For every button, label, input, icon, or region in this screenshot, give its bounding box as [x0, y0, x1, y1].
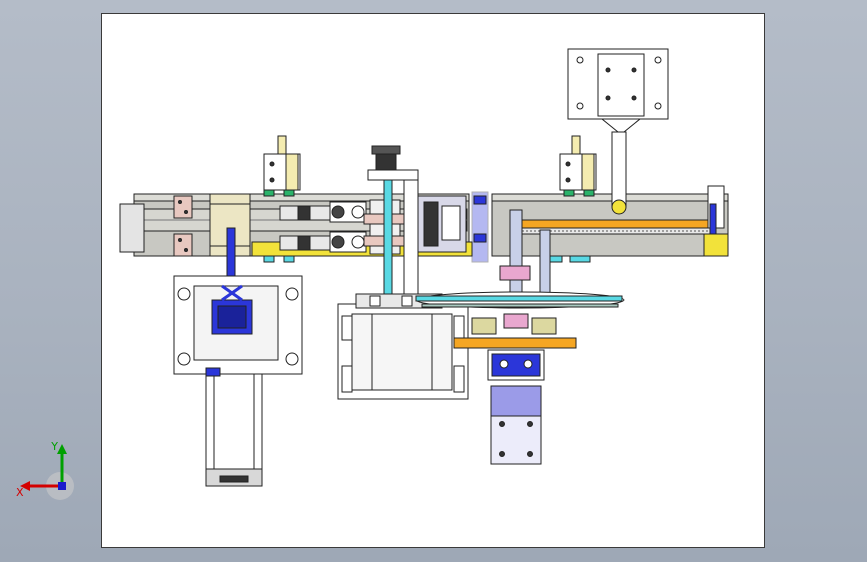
right-guide-block[interactable]	[559, 135, 597, 191]
bottom-drive-motor[interactable]	[487, 349, 545, 465]
y-axis-label: Y	[50, 440, 58, 453]
z-axis-marker	[58, 482, 66, 490]
coordinate-triad: Y X	[16, 440, 74, 500]
left-guide-block[interactable]	[263, 135, 301, 191]
y-axis-head	[57, 444, 67, 454]
right-slide-rail[interactable]	[491, 185, 729, 263]
center-housing[interactable]	[337, 293, 469, 400]
x-axis-label: X	[16, 486, 24, 499]
graphics-viewport[interactable]: Y X	[0, 0, 867, 562]
assembly-drawing	[119, 48, 729, 487]
drawing-sheet	[101, 13, 765, 548]
center-cylinder[interactable]	[417, 191, 489, 263]
